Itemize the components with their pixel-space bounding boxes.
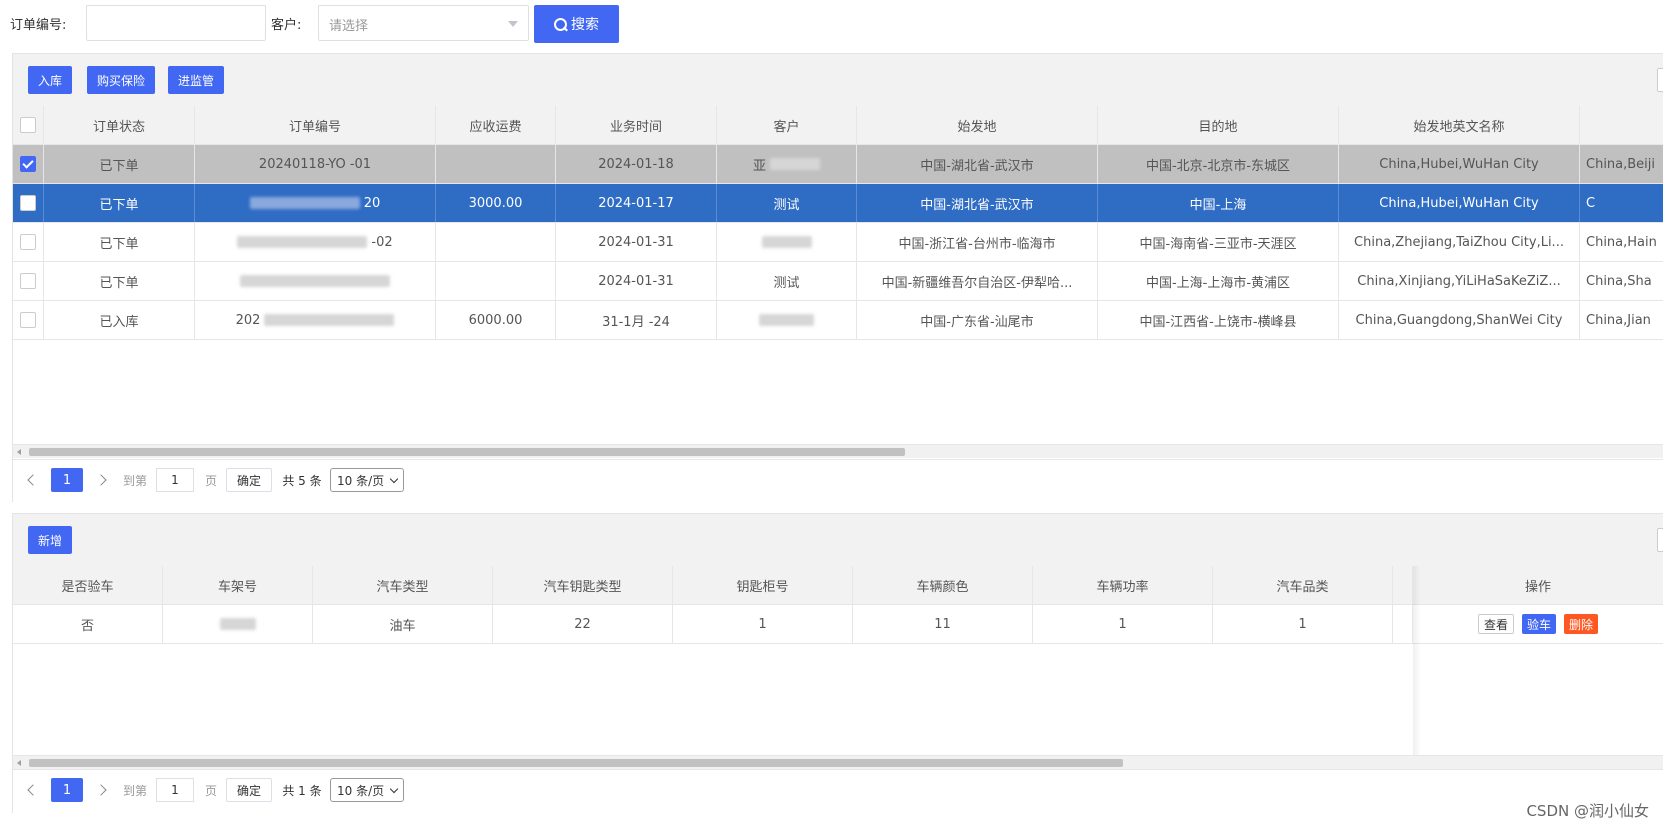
- scroll-left-icon[interactable]: [17, 760, 21, 766]
- search-button[interactable]: 搜索: [534, 5, 619, 43]
- col-header-customer[interactable]: 客户: [717, 106, 857, 144]
- col-header-inspected[interactable]: 是否验车: [13, 566, 163, 604]
- col-header-key-cabinet[interactable]: 钥匙柜号: [673, 566, 853, 604]
- toolbar-tool-button[interactable]: [1657, 528, 1663, 552]
- col-header-origin-en[interactable]: 始发地英文名称: [1339, 106, 1580, 144]
- customer-label: 客户:: [271, 18, 302, 33]
- per-page-select[interactable]: 10 条/页: [330, 468, 404, 492]
- goto-label: 到第: [122, 783, 147, 798]
- delete-button[interactable]: 删除: [1564, 614, 1599, 634]
- view-button[interactable]: 查看: [1477, 614, 1514, 634]
- table-row[interactable]: 已入库 202 6000.00 31-1月 -24 中国-广东省-汕尾市 中国-…: [13, 301, 1663, 340]
- col-header-status[interactable]: 订单状态: [44, 106, 195, 144]
- col-header-ops[interactable]: 操作: [1413, 566, 1663, 604]
- add-button[interactable]: 新增: [28, 526, 72, 554]
- table-row[interactable]: 已下单 20240118-YO -01 2024-01-18 亚 中国-湖北省-…: [13, 145, 1663, 184]
- row-checkbox[interactable]: [20, 156, 36, 172]
- vehicles-toolbar: 新增: [13, 514, 1663, 566]
- vehicles-table: 是否验车 车架号 汽车类型 汽车钥匙类型 钥匙柜号 车辆颜色 车辆功率 汽车品类…: [13, 566, 1663, 761]
- total-count: 共 5 条: [282, 473, 322, 488]
- chevron-down-icon: [508, 21, 518, 27]
- col-header-dest[interactable]: 目的地: [1098, 106, 1339, 144]
- select-all-checkbox[interactable]: [20, 117, 36, 133]
- customer-select[interactable]: 请选择: [318, 5, 529, 41]
- page-label: 页: [204, 473, 217, 488]
- inbound-button[interactable]: 入库: [28, 66, 72, 94]
- orders-header-row: 订单状态 订单编号 应收运费 业务时间 客户 始发地 目的地 始发地英文名称 目: [13, 106, 1663, 145]
- orders-horizontal-scrollbar[interactable]: [13, 444, 1663, 458]
- vehicles-pagination: 1 到第 1 页 确定 共 1 条 10 条/页: [13, 769, 1663, 809]
- col-header-time[interactable]: 业务时间: [556, 106, 717, 144]
- col-header-category[interactable]: 汽车品类: [1213, 566, 1393, 604]
- row-checkbox[interactable]: [20, 273, 36, 289]
- order-no-label: 订单编号:: [10, 18, 67, 33]
- per-page-select[interactable]: 10 条/页: [330, 778, 404, 802]
- buy-insurance-button[interactable]: 购买保险: [87, 66, 155, 94]
- goto-label: 到第: [122, 473, 147, 488]
- toolbar-tool-button[interactable]: [1657, 68, 1663, 92]
- search-button-label: 搜索: [571, 17, 599, 33]
- table-row[interactable]: 已下单 2024-01-31 测试 中国-新疆维吾尔自治区-伊犁哈... 中国-…: [13, 262, 1663, 301]
- order-no-input[interactable]: [86, 5, 266, 41]
- chevron-down-icon: [389, 474, 399, 483]
- prev-page-button[interactable]: [25, 468, 41, 492]
- orders-table: 订单状态 订单编号 应收运费 业务时间 客户 始发地 目的地 始发地英文名称 目…: [13, 106, 1663, 496]
- col-header-origin[interactable]: 始发地: [857, 106, 1098, 144]
- goto-confirm-button[interactable]: 确定: [226, 468, 272, 492]
- row-checkbox[interactable]: [20, 195, 36, 211]
- vehicles-panel: 新增 是否验车 车架号 汽车类型 汽车钥匙类型 钥匙柜号 车辆颜色 车辆功率 汽…: [12, 513, 1663, 813]
- fixed-column-shadow: [1413, 566, 1421, 761]
- scroll-left-icon[interactable]: [17, 449, 21, 455]
- chevron-right-icon: [95, 474, 107, 486]
- col-header-color[interactable]: 车辆颜色: [853, 566, 1033, 604]
- table-row[interactable]: 已下单 20 3000.00 2024-01-17 测试 中国-湖北省-武汉市 …: [13, 184, 1663, 223]
- col-header-key-type[interactable]: 汽车钥匙类型: [493, 566, 673, 604]
- col-header-freight[interactable]: 应收运费: [436, 106, 556, 144]
- page-label: 页: [204, 783, 217, 798]
- supervise-button[interactable]: 进监管: [168, 66, 224, 94]
- current-page[interactable]: 1: [51, 778, 83, 802]
- goto-page-input[interactable]: 1: [156, 778, 194, 802]
- chevron-right-icon: [95, 784, 107, 796]
- col-header-dest-en[interactable]: 目: [1580, 106, 1663, 144]
- row-checkbox[interactable]: [20, 312, 36, 328]
- table-row[interactable]: 已下单 -02 2024-01-31 中国-浙江省-台州市-临海市 中国-海南省…: [13, 223, 1663, 262]
- current-page[interactable]: 1: [51, 468, 83, 492]
- inspect-button[interactable]: 验车: [1521, 614, 1556, 634]
- search-bar: 订单编号: 客户: 请选择 搜索: [0, 0, 1663, 48]
- goto-page-input[interactable]: 1: [156, 468, 194, 492]
- scrollbar-thumb[interactable]: [29, 759, 1123, 767]
- orders-panel: 入库 购买保险 进监管 订单状态 订单编号 应收运费 业务时间 客户 始发地 目…: [12, 53, 1663, 502]
- prev-page-button[interactable]: [25, 778, 41, 802]
- col-header-vin[interactable]: 车架号: [163, 566, 313, 604]
- chevron-left-icon: [27, 474, 39, 486]
- goto-confirm-button[interactable]: 确定: [226, 778, 272, 802]
- watermark: CSDN @润小仙女: [1526, 802, 1649, 820]
- customer-select-placeholder: 请选择: [329, 19, 369, 34]
- orders-toolbar: 入库 购买保险 进监管: [13, 54, 1663, 106]
- search-icon: [554, 17, 567, 31]
- row-checkbox[interactable]: [20, 234, 36, 250]
- col-header-power[interactable]: 车辆功率: [1033, 566, 1213, 604]
- orders-pagination: 1 到第 1 页 确定 共 5 条 10 条/页: [13, 459, 1663, 499]
- col-header-order-no[interactable]: 订单编号: [195, 106, 436, 144]
- next-page-button[interactable]: [93, 468, 109, 492]
- col-header-car-type[interactable]: 汽车类型: [313, 566, 493, 604]
- scrollbar-thumb[interactable]: [29, 448, 905, 456]
- next-page-button[interactable]: [93, 778, 109, 802]
- total-count: 共 1 条: [282, 783, 322, 798]
- vehicles-horizontal-scrollbar[interactable]: [13, 755, 1663, 769]
- chevron-left-icon: [27, 784, 39, 796]
- chevron-down-icon: [389, 784, 399, 793]
- row-ops: 查看 验车 删除: [1413, 605, 1663, 643]
